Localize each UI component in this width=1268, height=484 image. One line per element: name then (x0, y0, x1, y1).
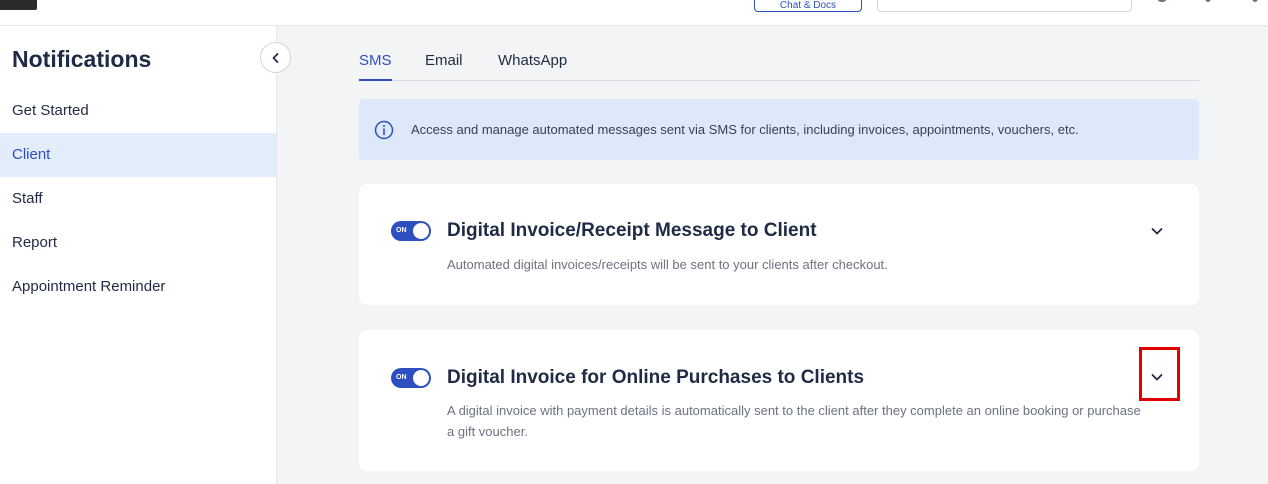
sidebar-item-client[interactable]: Client (0, 133, 276, 177)
sidebar: Notifications Get Started Client Staff R… (0, 26, 277, 484)
search-input[interactable] (877, 0, 1132, 12)
menu-icon[interactable] (1252, 0, 1258, 2)
top-bar: Chat & Docs (0, 0, 1268, 26)
toggle-knob (413, 370, 429, 386)
chevron-down-icon (1151, 228, 1163, 235)
sidebar-item-report[interactable]: Report (0, 221, 276, 265)
highlight-box (1139, 347, 1180, 401)
user-icon[interactable] (1157, 0, 1167, 2)
tab-sms[interactable]: SMS (359, 52, 392, 81)
card-title: Digital Invoice/Receipt Message to Clien… (447, 220, 817, 241)
chevron-left-icon (272, 52, 278, 63)
toggle-knob (413, 223, 429, 239)
main-content: SMS Email WhatsApp Access and manage aut… (277, 26, 1268, 484)
sidebar-item-appointment-reminder[interactable]: Appointment Reminder (0, 265, 276, 309)
channel-tabs: SMS Email WhatsApp (359, 49, 1199, 81)
card-description: A digital invoice with payment details i… (447, 403, 1141, 439)
sidebar-nav: Get Started Client Staff Report Appointm… (0, 89, 276, 309)
sidebar-item-staff[interactable]: Staff (0, 177, 276, 221)
enable-toggle[interactable]: ON (391, 368, 431, 388)
help-icon[interactable] (1205, 0, 1211, 2)
chat-docs-button[interactable]: Chat & Docs (754, 0, 862, 12)
expand-button[interactable] (1145, 219, 1169, 243)
tab-email[interactable]: Email (425, 52, 463, 81)
enable-toggle[interactable]: ON (391, 221, 431, 241)
card-description: Automated digital invoices/receipts will… (447, 257, 888, 272)
sidebar-title: Notifications (12, 46, 152, 72)
collapse-sidebar-button[interactable] (260, 42, 291, 73)
info-banner-text: Access and manage automated messages sen… (411, 122, 1079, 137)
toggle-on-label: ON (396, 227, 407, 234)
avatar[interactable] (0, 0, 37, 10)
notification-card: ON Digital Invoice/Receipt Message to Cl… (359, 184, 1199, 305)
toggle-on-label: ON (396, 374, 407, 381)
tab-whatsapp[interactable]: WhatsApp (498, 52, 567, 81)
info-icon (374, 120, 394, 139)
notification-card: ON Digital Invoice for Online Purchases … (359, 330, 1199, 471)
info-banner: Access and manage automated messages sen… (359, 99, 1199, 160)
card-title: Digital Invoice for Online Purchases to … (447, 367, 865, 388)
sidebar-item-get-started[interactable]: Get Started (0, 89, 276, 133)
